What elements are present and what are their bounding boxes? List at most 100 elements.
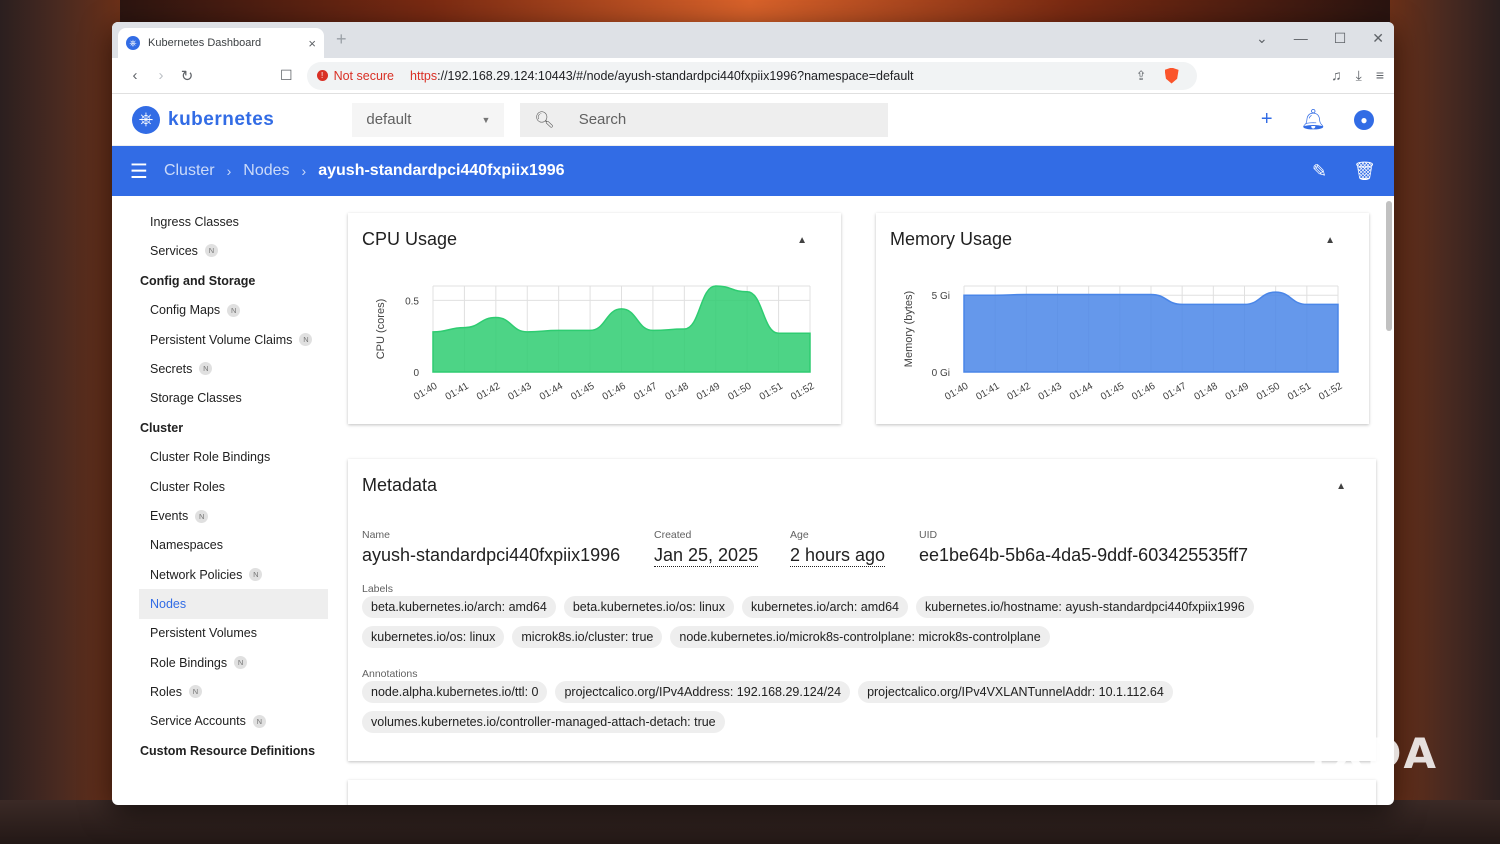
namespaced-badge: N [195,509,209,523]
minimize-icon[interactable]: — [1294,30,1308,47]
x-tick-label: 01:46 [1130,381,1158,403]
new-tab-button[interactable]: + [336,29,347,50]
created-value[interactable]: Jan 25, 2025 [654,545,759,567]
x-tick-label: 01:50 [726,381,754,403]
search-icon: 🔍︎ [534,111,555,129]
browser-tab[interactable]: ⎈ Kubernetes Dashboard × [118,28,324,58]
sidebar-item-ingress-classes[interactable]: Ingress Classes [112,207,328,236]
share-icon[interactable]: ⇪ [1136,68,1147,84]
sidebar-item-service-accounts[interactable]: Service Accounts N [112,706,328,735]
uid-label: UID [919,529,938,541]
age-field: Age 2 hours ago [790,529,886,567]
background-left [0,0,120,844]
sidebar-item-label: Role Bindings [150,655,228,670]
content-area: Ingress Classes Services N Config and Stora… [112,197,1394,805]
maximize-icon[interactable]: ☐ [1334,30,1347,47]
uid-value: ee1be64b-5b6a-4da5-9ddf-603425535ff7 [919,545,1248,565]
x-tick-label: 01:48 [1192,381,1220,403]
sidebar-item-label: Secrets [150,361,193,376]
sidebar-item-cluster-role-bindings[interactable]: Cluster Role Bindings [112,443,328,472]
back-icon[interactable]: ‹ [122,67,148,84]
search-input[interactable] [578,111,869,128]
x-tick-label: 01:47 [632,381,660,403]
sidebar-item-label: Roles [150,684,182,699]
age-value[interactable]: 2 hours ago [790,545,886,567]
breadcrumb-nodes[interactable]: Nodes [243,162,289,180]
namespaced-badge: N [299,333,313,347]
sidebar-item-roles[interactable]: Roles N [112,677,328,706]
browser-window: ⎈ Kubernetes Dashboard × + ⌄ — ☐ ✕ ‹ › ↻… [112,22,1394,805]
namespace-value: default [366,111,412,128]
created-field: Created Jan 25, 2025 [654,529,759,567]
sidebar-item-role-bindings[interactable]: Role Bindings N [112,648,328,677]
x-tick-label: 01:43 [1037,381,1065,403]
chevron-right-icon: › [301,163,307,179]
y-tick-label: 0.5 [405,296,419,307]
kubernetes-favicon-icon: ⎈ [126,36,140,50]
media-icon[interactable]: ♫ [1331,67,1342,84]
reload-icon[interactable]: ↻ [174,67,200,85]
x-tick-label: 01:48 [663,381,691,403]
sidebar-item-nodes[interactable]: Nodes [139,589,328,619]
browser-menu-icon[interactable]: ≡ [1376,67,1384,84]
tab-strip: ⎈ Kubernetes Dashboard × + ⌄ — ☐ ✕ [112,22,1394,58]
close-window-icon[interactable]: ✕ [1372,30,1384,47]
sidebar-item-storage-classes[interactable]: Storage Classes [112,383,328,412]
x-tick-label: 01:41 [974,381,1002,403]
notifications-bell-icon[interactable]: 🔔︎ [1301,107,1326,132]
sidebar-section-title[interactable]: Custom Resource Definitions [112,736,338,766]
create-plus-icon[interactable]: + [1261,108,1273,131]
bookmark-icon[interactable]: ☐ [280,67,293,84]
sidebar-item-label: Cluster Role Bindings [150,450,271,465]
x-tick-label: 01:50 [1255,381,1283,403]
tab-close-icon[interactable]: × [308,36,316,51]
helm-wheel-icon: ⎈ [132,105,160,134]
sidebar-item-persistent-volume-claims[interactable]: Persistent Volume Claims N [112,325,328,354]
namespace-selector[interactable]: default ▼ [352,102,505,137]
sidebar-item-network-policies[interactable]: Network Policies N [112,560,328,589]
x-tick-label: 01:45 [1099,381,1127,403]
main-scrollbar[interactable] [1386,201,1392,331]
tab-title: Kubernetes Dashboard [148,37,262,49]
sidebar-item-config-maps[interactable]: Config Maps N [112,296,328,325]
delete-trash-icon[interactable]: 🗑︎ [1353,161,1376,182]
url-omnibox[interactable]: ! Not secure https ://192.168.29.124:104… [306,61,1197,90]
sidebar-item-label: Persistent Volume Claims [150,332,293,347]
collapse-caret-icon[interactable]: ▲ [1336,481,1346,492]
sidebar-item-label: Storage Classes [150,391,242,406]
sidebar-item-label: Config Maps [150,303,221,318]
edit-pencil-icon[interactable]: ✎ [1312,161,1327,182]
namespaced-badge: N [188,685,202,699]
annotation-chip: node.alpha.kubernetes.io/ttl: 0 [362,681,548,703]
sidebar-item-secrets[interactable]: Secrets N [112,354,328,383]
xda-watermark-text: XDA [1332,729,1438,778]
sidebar-item-events[interactable]: Events N [112,501,328,530]
not-secure-label[interactable]: Not secure [334,69,394,83]
kubernetes-logo[interactable]: ⎈ kubernetes [132,105,274,134]
sidebar-section-title[interactable]: Config and Storage [112,266,338,296]
x-tick-label: 01:45 [569,381,597,403]
age-label: Age [790,529,809,541]
download-icon[interactable]: ⤓ [1356,67,1362,84]
tab-search-icon[interactable]: ⌄ [1256,30,1268,47]
brave-shield-icon[interactable] [1164,67,1179,84]
account-avatar-icon[interactable]: ● [1354,109,1374,130]
sidebar-item-namespaces[interactable]: Namespaces [112,531,328,560]
sidebar-item-services[interactable]: Services N [112,236,328,265]
sidebar-item-persistent-volumes[interactable]: Persistent Volumes [112,619,328,648]
forward-icon[interactable]: › [148,67,174,84]
namespaced-badge: N [252,714,266,728]
sidebar-item-cluster-roles[interactable]: Cluster Roles [112,472,328,501]
annotations-chips: node.alpha.kubernetes.io/ttl: 0 projectca… [362,681,1356,733]
breadcrumb-cluster[interactable]: Cluster [164,162,215,180]
breadcrumb-bar: ☰ Cluster › Nodes › ayush-standardpci440… [112,146,1394,196]
browser-toolbar-right: ♫ ⤓ ≡ [1331,67,1384,84]
y-axis-label: Memory (bytes) [903,291,915,367]
hamburger-menu-icon[interactable]: ☰ [130,159,148,184]
namespaced-badge: N [227,303,241,317]
x-tick-label: 01:47 [1161,381,1189,403]
header-actions: + 🔔︎ ● [1261,107,1374,132]
sidebar-item-label: Cluster Roles [150,479,226,494]
sidebar-section-title[interactable]: Cluster [112,413,338,443]
label-chip: kubernetes.io/arch: amd64 [742,596,909,618]
